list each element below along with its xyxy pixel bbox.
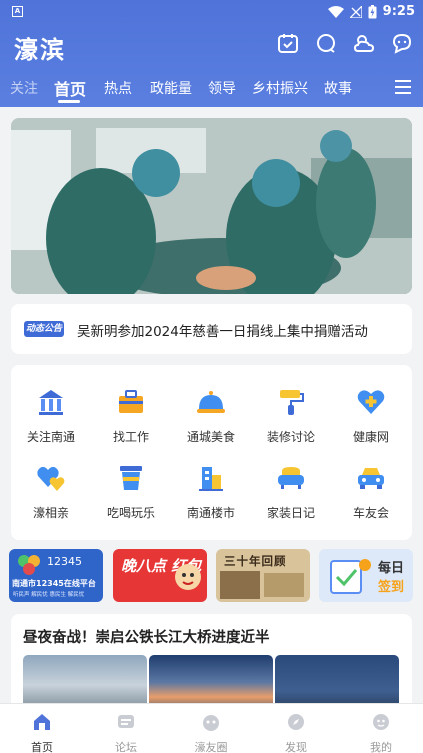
- tab-rural[interactable]: 乡村振兴: [252, 78, 308, 98]
- grid-label: 濠相亲: [32, 506, 69, 520]
- signal-icon: [349, 5, 362, 18]
- tab-follow[interactable]: 关注: [10, 78, 38, 98]
- checkin-illustration-icon: [330, 559, 371, 594]
- message-icon[interactable]: [391, 32, 413, 54]
- grid-item-follow-nantong[interactable]: 关注南通: [11, 379, 91, 451]
- nav-label: 发现: [285, 741, 307, 753]
- paint-roller-icon: [280, 390, 304, 415]
- grid-item-dating[interactable]: 濠相亲: [11, 455, 91, 527]
- tab-politics[interactable]: 政能量: [150, 78, 192, 98]
- search-icon[interactable]: [315, 32, 337, 54]
- clock: 9:25: [382, 4, 415, 19]
- compass-icon: [288, 714, 304, 730]
- app-title: 濠滨: [14, 36, 66, 64]
- nav-profile[interactable]: 我的: [339, 712, 423, 753]
- promo-subtitle: 签到: [378, 580, 405, 595]
- grid-item-entertainment[interactable]: 吃喝玩乐: [91, 455, 171, 527]
- channel-tabs: 关注 首页 热点 政能量 领导 乡村振兴 故事: [0, 74, 423, 104]
- grid-item-real-estate[interactable]: 南通楼市: [171, 455, 251, 527]
- battery-icon: [368, 4, 377, 18]
- banner-image[interactable]: [11, 118, 412, 294]
- nav-label: 我的: [370, 741, 392, 753]
- archive-photo: [220, 571, 304, 599]
- promo-subtitle: 南通市12345在线平台: [12, 579, 96, 588]
- grid-label: 南通楼市: [186, 506, 235, 520]
- promo-daily-checkin[interactable]: 每日 签到: [319, 549, 413, 602]
- service-grid: 关注南通 找工作 通城美食 装修讨论 健康网 濠相亲 吃喝玩乐 南通楼市 家装日…: [11, 365, 412, 540]
- tab-leaders[interactable]: 领导: [208, 78, 236, 98]
- promo-thirty-years[interactable]: 三十年回顾: [216, 549, 310, 602]
- nav-home[interactable]: 首页: [0, 712, 84, 753]
- grid-label: 家装日记: [266, 506, 315, 520]
- announcement-text[interactable]: 吴新明参加2024年慈善一日捐线上集中捐赠活动: [77, 320, 368, 340]
- red-envelope-mascot-icon: [175, 564, 201, 590]
- nav-friends-circle[interactable]: 濠友圈: [169, 712, 253, 753]
- profile-icon: [373, 714, 389, 730]
- building-icon: [39, 390, 63, 415]
- grid-label: 找工作: [112, 430, 149, 444]
- hotline-logo-icon: [18, 555, 40, 575]
- nav-label: 濠友圈: [194, 741, 228, 753]
- heart-plus-icon: [357, 390, 385, 414]
- grid-item-food[interactable]: 通城美食: [171, 379, 251, 451]
- grid-label: 关注南通: [26, 430, 75, 444]
- checkin-calendar-icon[interactable]: [277, 32, 299, 54]
- home-icon: [34, 714, 50, 730]
- friends-circle-icon: [203, 715, 219, 731]
- grid-item-find-job[interactable]: 找工作: [91, 379, 171, 451]
- status-bar: A 9:25: [0, 0, 423, 24]
- promo-12345-platform[interactable]: 12345 南通市12345在线平台 听民声 解民忧 惠民生 解民忧: [9, 549, 103, 602]
- promo-red-packet[interactable]: 晚八点 红包: [113, 549, 207, 602]
- drink-icon: [120, 466, 142, 490]
- announcement-bar[interactable]: 动态公告 吴新明参加2024年慈善一日捐线上集中捐赠活动: [11, 304, 412, 354]
- wifi-icon: [327, 5, 344, 18]
- nav-label: 首页: [31, 741, 53, 753]
- sofa-icon: [278, 467, 304, 489]
- tab-home[interactable]: 首页: [54, 76, 86, 100]
- news-headline[interactable]: 昼夜奋战！崇启公铁长江大桥进度近半: [23, 626, 270, 647]
- news-card[interactable]: 昼夜奋战！崇启公铁长江大桥进度近半: [11, 614, 412, 715]
- toolbox-icon: [119, 390, 143, 413]
- nav-label: 论坛: [115, 741, 137, 753]
- grid-label: 车友会: [352, 506, 389, 520]
- bottom-navigation: 首页 论坛 濠友圈 发现 我的: [0, 703, 423, 753]
- grid-label: 通城美食: [186, 430, 235, 444]
- app-header: A 9:25 濠滨 关注 首页 热点 政能量 领导 乡村振兴 故事: [0, 0, 423, 107]
- forum-icon: [118, 715, 134, 728]
- weather-icon[interactable]: [353, 32, 375, 54]
- city-buildings-icon: [199, 467, 223, 491]
- promo-title: 三十年回顾: [224, 554, 287, 568]
- grid-label: 健康网: [352, 430, 389, 444]
- couple-heart-icon: [37, 466, 65, 491]
- promo-title: 12345: [47, 555, 82, 568]
- grid-item-health[interactable]: 健康网: [331, 379, 411, 451]
- grid-label: 吃喝玩乐: [106, 506, 155, 520]
- grid-item-car-club[interactable]: 车友会: [331, 455, 411, 527]
- channel-menu-icon[interactable]: [395, 80, 411, 94]
- app-notification-icon: A: [12, 6, 23, 17]
- surgery-photo: [11, 118, 412, 294]
- grid-item-home-diary[interactable]: 家装日记: [251, 455, 331, 527]
- nav-forum[interactable]: 论坛: [84, 712, 168, 753]
- tab-hot[interactable]: 热点: [104, 78, 132, 98]
- dish-cover-icon: [197, 391, 225, 413]
- nav-discover[interactable]: 发现: [254, 712, 338, 753]
- grid-item-decoration[interactable]: 装修讨论: [251, 379, 331, 451]
- announcement-badge: 动态公告: [24, 321, 64, 337]
- tab-stories[interactable]: 故事: [324, 78, 352, 98]
- grid-label: 装修讨论: [266, 430, 315, 444]
- active-tab-indicator: [58, 100, 80, 103]
- promo-title: 每日: [378, 561, 405, 576]
- promo-tagline: 听民声 解民忧 惠民生 解民忧: [13, 592, 85, 598]
- car-icon: [358, 468, 384, 489]
